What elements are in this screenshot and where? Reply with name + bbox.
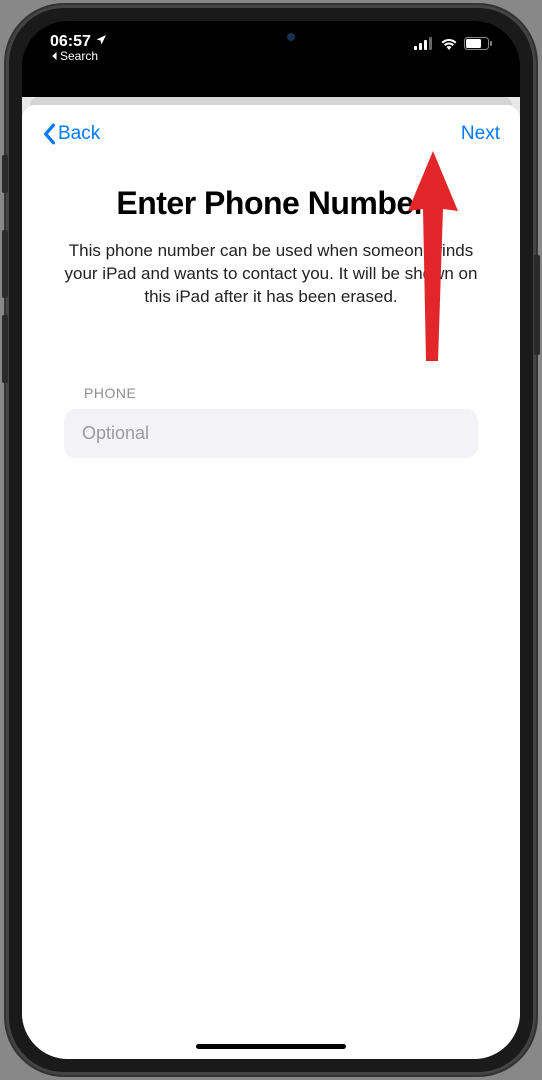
silent-switch	[2, 155, 8, 193]
phone-input[interactable]	[64, 409, 478, 458]
next-button-label: Next	[461, 123, 500, 144]
form-section: PHONE	[46, 385, 496, 458]
power-button	[534, 255, 540, 355]
navigation-bar: Back Next	[22, 105, 520, 155]
back-button[interactable]: Back	[42, 123, 100, 145]
volume-down-button	[2, 315, 8, 383]
home-indicator[interactable]	[196, 1044, 346, 1049]
page-description: This phone number can be used when someo…	[46, 240, 496, 309]
content-area: Back Next Enter Phone Number This phone …	[22, 97, 520, 1059]
screen: 06:57 Search	[22, 21, 520, 1059]
volume-up-button	[2, 230, 8, 298]
page-title: Enter Phone Number	[46, 185, 496, 222]
phone-frame: 06:57 Search	[6, 5, 536, 1075]
back-button-label: Back	[58, 123, 100, 145]
wifi-icon	[440, 37, 458, 50]
camera-dot	[287, 33, 295, 41]
breadcrumb-label: Search	[60, 49, 98, 63]
main-content: Enter Phone Number This phone number can…	[22, 155, 520, 458]
battery-icon	[464, 37, 492, 50]
modal-sheet: Back Next Enter Phone Number This phone …	[22, 105, 520, 1059]
notch	[161, 21, 381, 53]
next-button[interactable]: Next	[461, 123, 500, 145]
back-to-app-breadcrumb[interactable]: Search	[50, 49, 107, 63]
phone-field-label: PHONE	[64, 385, 478, 401]
cellular-signal-icon	[414, 37, 434, 50]
